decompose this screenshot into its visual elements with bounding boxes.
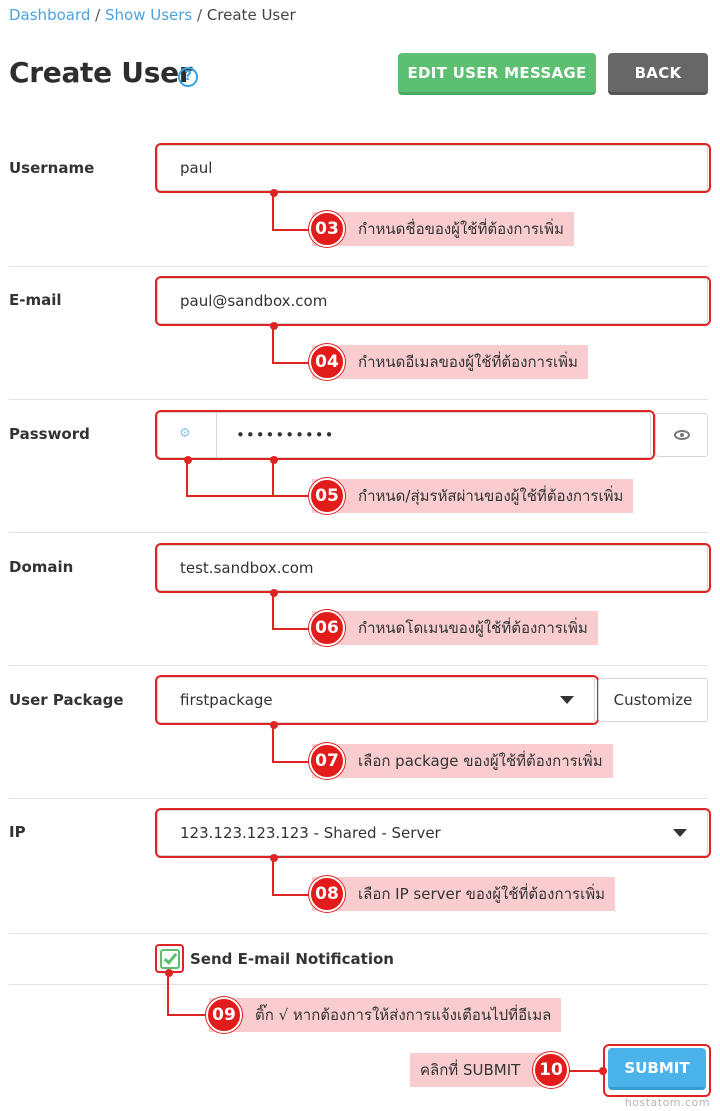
callout-label: ติ๊ก √ หากต้องการให้ส่งการแจ้งเตือนไปที่… xyxy=(209,998,562,1032)
divider xyxy=(9,933,708,934)
customize-button[interactable]: Customize xyxy=(598,678,708,722)
step-badge: 06 xyxy=(309,610,345,646)
generate-password-button[interactable]: ⚙ xyxy=(157,412,217,458)
package-label: User Package xyxy=(9,691,124,709)
leader-dot xyxy=(165,969,173,977)
callout-label: กำหนดชื่อของผู้ใช้ที่ต้องการเพิ่ม xyxy=(312,212,574,246)
leader-line xyxy=(272,460,274,497)
breadcrumb-show-users-link[interactable]: Show Users xyxy=(105,6,192,24)
send-email-checkbox[interactable] xyxy=(160,949,180,969)
domain-label: Domain xyxy=(9,558,74,576)
step-badge: 04 xyxy=(309,344,345,380)
step-badge: 07 xyxy=(309,743,345,779)
divider xyxy=(9,798,708,799)
send-email-label: Send E-mail Notification xyxy=(190,950,394,968)
leader-line xyxy=(272,725,312,763)
ip-label: IP xyxy=(9,823,26,841)
leader-line xyxy=(568,1070,602,1072)
step-badge: 10 xyxy=(533,1052,569,1088)
back-button[interactable]: BACK xyxy=(608,53,708,95)
username-label: Username xyxy=(9,159,95,177)
breadcrumb-dashboard-link[interactable]: Dashboard xyxy=(9,6,90,24)
package-select[interactable]: firstpackage xyxy=(157,677,595,723)
leader-dot xyxy=(270,189,278,197)
callout-label: เลือก IP server ของผู้ใช้ที่ต้องการเพิ่ม xyxy=(312,877,615,911)
help-icon[interactable]: ? xyxy=(178,67,198,87)
breadcrumb: Dashboard / Show Users / Create User xyxy=(9,6,296,24)
show-password-button[interactable] xyxy=(655,413,708,457)
breadcrumb-separator: / xyxy=(192,6,207,24)
chevron-down-icon xyxy=(673,829,687,837)
leader-line xyxy=(272,193,312,231)
leader-line xyxy=(272,593,312,630)
page-title: Create User xyxy=(9,56,193,89)
leader-dot xyxy=(599,1067,607,1075)
leader-line xyxy=(167,973,209,1016)
leader-dot xyxy=(270,456,278,464)
callout-label: เลือก package ของผู้ใช้ที่ต้องการเพิ่ม xyxy=(312,744,613,778)
breadcrumb-current: Create User xyxy=(206,6,296,24)
password-input[interactable]: •••••••••• xyxy=(157,412,651,458)
leader-dot xyxy=(184,456,192,464)
ip-select[interactable]: 123.123.123.123 - Shared - Server xyxy=(157,810,708,856)
step-badge: 05 xyxy=(309,478,345,514)
divider xyxy=(9,665,708,666)
leader-dot xyxy=(270,854,278,862)
step-badge: 09 xyxy=(206,997,242,1033)
callout-label: กำหนด/สุ่มรหัสผ่านของผู้ใช้ที่ต้องการเพิ… xyxy=(312,479,634,513)
submit-button[interactable]: SUBMIT xyxy=(608,1048,706,1090)
divider xyxy=(9,266,708,267)
generate-password-icon: ⚙ xyxy=(179,426,191,441)
chevron-down-icon xyxy=(560,696,574,704)
divider xyxy=(9,984,708,985)
callout-label: กำหนดโดเมนของผู้ใช้ที่ต้องการเพิ่ม xyxy=(312,611,598,645)
email-input[interactable]: paul@sandbox.com xyxy=(157,278,708,324)
step-badge: 08 xyxy=(309,876,345,912)
step-badge: 03 xyxy=(309,211,345,247)
divider xyxy=(9,532,708,533)
username-input[interactable]: paul xyxy=(157,145,708,191)
leader-dot xyxy=(270,322,278,330)
leader-dot xyxy=(270,721,278,729)
divider xyxy=(9,399,708,400)
breadcrumb-separator: / xyxy=(90,6,105,24)
eye-pupil xyxy=(680,433,684,437)
leader-dot xyxy=(270,589,278,597)
package-select-value: firstpackage xyxy=(180,691,273,709)
leader-line xyxy=(272,326,312,364)
email-label: E-mail xyxy=(9,291,62,309)
callout-label: กำหนดอีเมลของผู้ใช้ที่ต้องการเพิ่ม xyxy=(312,345,588,379)
domain-input[interactable]: test.sandbox.com xyxy=(157,545,708,591)
edit-user-message-button[interactable]: EDIT USER MESSAGE xyxy=(398,53,596,95)
ip-select-value: 123.123.123.123 - Shared - Server xyxy=(180,824,441,842)
leader-line xyxy=(272,858,312,896)
watermark: hostatom.com xyxy=(624,1096,710,1109)
leader-line xyxy=(186,460,312,497)
password-label: Password xyxy=(9,425,90,443)
check-icon xyxy=(163,950,178,965)
